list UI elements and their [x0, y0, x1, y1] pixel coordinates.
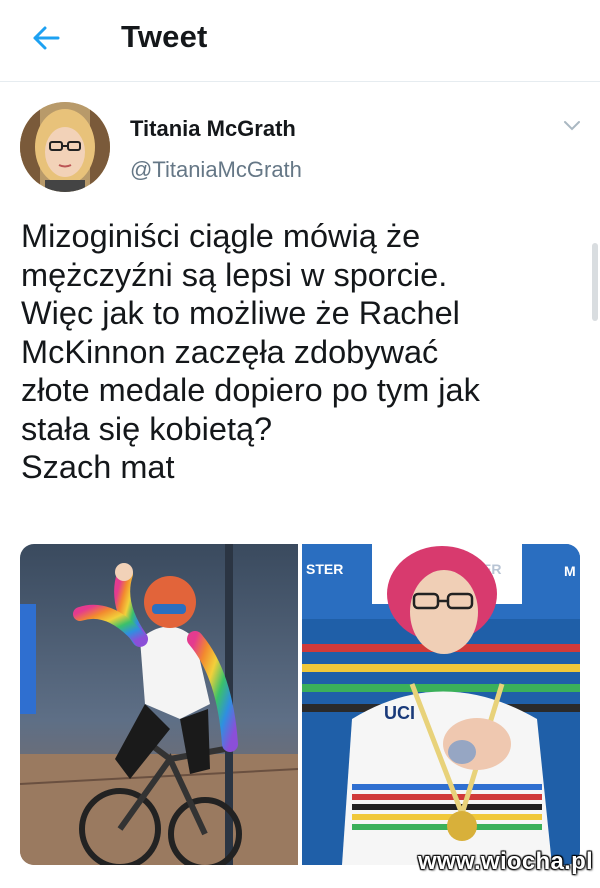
page-title: Tweet	[121, 19, 208, 54]
tweet-text: Mizoginiści ciągle mówią że mężczyźni są…	[21, 217, 581, 487]
tweet-author: Titania McGrath @TitaniaMcGrath	[0, 92, 600, 202]
cyclist-on-track-photo[interactable]	[20, 544, 298, 865]
watermark: www.wiocha.pl	[418, 848, 594, 875]
tweet-text-line: Szach mat	[21, 449, 175, 485]
tweet-text-line: mężczyźni są lepsi w sporcie.	[21, 256, 448, 293]
signage-text: STER	[306, 561, 343, 577]
avatar[interactable]	[20, 102, 110, 192]
scrollbar[interactable]	[592, 243, 598, 321]
tweet-text-line: złote medale dopiero po tym jak	[21, 372, 480, 408]
tweet-media: STER ER M UCI	[20, 544, 580, 865]
back-button[interactable]	[26, 20, 66, 56]
tweet-text-line: stała się kobietą?	[21, 410, 273, 447]
tweet-text-line: Więc jak to możliwe że Rachel	[21, 295, 460, 331]
tweet-text-line: Mizoginiści ciągle mówią że	[21, 218, 421, 254]
signage-text: M	[564, 563, 576, 579]
author-display-name[interactable]: Titania McGrath	[130, 116, 296, 142]
top-bar: Tweet	[0, 0, 600, 82]
jersey-text: UCI	[384, 703, 415, 723]
author-handle[interactable]: @TitaniaMcGrath	[130, 157, 302, 183]
chevron-down-icon	[564, 121, 580, 131]
arrow-left-icon	[33, 26, 60, 50]
tweet-menu-button[interactable]	[560, 118, 584, 134]
medal-ceremony-photo[interactable]: STER ER M UCI	[302, 544, 580, 865]
tweet-text-line: McKinnon zaczęła zdobywać	[21, 333, 439, 370]
